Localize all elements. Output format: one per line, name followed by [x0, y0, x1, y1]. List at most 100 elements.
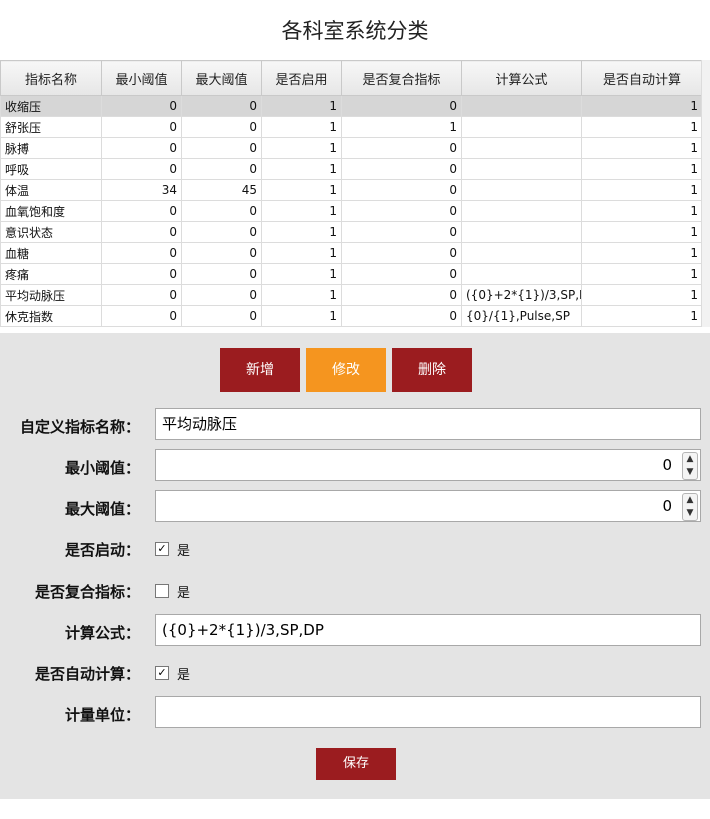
table-row[interactable]: 意识状态 0 0 1 0 1: [0, 221, 703, 243]
table-cell: 意识状态: [0, 221, 102, 243]
table-cell: 0: [101, 263, 182, 285]
enabled-label: 是否启动：: [64, 541, 140, 559]
table-cell: 平均动脉压: [0, 284, 102, 306]
table-cell: 呼吸: [0, 158, 102, 180]
max-threshold-label: 最大阈值：: [64, 500, 140, 518]
column-header[interactable]: 是否自动计算: [581, 60, 703, 96]
spin-up-icon[interactable]: ▲: [683, 494, 697, 507]
composite-checkbox[interactable]: [155, 584, 169, 598]
table-cell: 1: [581, 221, 703, 243]
table-cell: 1: [581, 179, 703, 201]
table-row[interactable]: 休克指数 0 0 1 0 {0}/{1},Pulse,SP 1: [0, 305, 703, 327]
table-cell: 0: [341, 221, 462, 243]
composite-label: 是否复合指标：: [34, 583, 140, 601]
max-threshold-spinner[interactable]: ▲ ▼: [682, 493, 698, 521]
table-cell: 0: [181, 158, 262, 180]
min-threshold-label: 最小阈值：: [64, 459, 140, 477]
table-cell: 1: [581, 305, 703, 327]
table-cell: 0: [181, 221, 262, 243]
save-button[interactable]: 保存: [316, 748, 396, 780]
min-threshold-input[interactable]: 0 ▲ ▼: [155, 449, 701, 481]
enabled-checkbox[interactable]: ✓: [155, 542, 169, 556]
unit-label: 计量单位：: [64, 706, 140, 724]
add-button[interactable]: 新增: [220, 348, 300, 392]
table-cell: 1: [261, 179, 342, 201]
table-cell: 0: [181, 284, 262, 306]
table-cell: 1: [581, 95, 703, 117]
table-row[interactable]: 舒张压 0 0 1 1 1: [0, 116, 703, 138]
unit-input[interactable]: [155, 696, 701, 728]
grid-scroll-edge: [701, 60, 710, 327]
table-cell: 1: [261, 305, 342, 327]
table-row[interactable]: 血糖 0 0 1 0 1: [0, 242, 703, 264]
auto-calc-checkbox[interactable]: ✓: [155, 666, 169, 680]
table-row[interactable]: 血氧饱和度 0 0 1 0 1: [0, 200, 703, 222]
table-cell: 0: [181, 263, 262, 285]
table-cell: 1: [261, 284, 342, 306]
formula-label: 计算公式：: [64, 624, 140, 642]
table-cell: 0: [101, 137, 182, 159]
table-row[interactable]: 呼吸 0 0 1 0 1: [0, 158, 703, 180]
table-cell: 0: [341, 242, 462, 264]
table-cell: 1: [261, 95, 342, 117]
formula-input[interactable]: ({0}+2*{1})/3,SP,DP: [155, 614, 701, 646]
table-cell: 脉搏: [0, 137, 102, 159]
table-cell: 0: [101, 221, 182, 243]
table-cell: 0: [341, 305, 462, 327]
table-cell: {0}/{1},Pulse,SP: [461, 305, 582, 327]
indicator-grid[interactable]: 指标名称 最小阈值 最大阈值 是否启用 是否复合指标 计算公式 是否自动计算 收…: [0, 60, 710, 327]
table-cell: [461, 242, 582, 264]
table-cell: 0: [101, 116, 182, 138]
table-cell: 0: [341, 200, 462, 222]
column-header[interactable]: 计算公式: [461, 60, 582, 96]
table-cell: ({0}+2*{1})/3,SP,DP: [461, 284, 582, 306]
check-icon: ✓: [157, 542, 167, 555]
edit-button[interactable]: 修改: [306, 348, 386, 392]
spin-down-icon[interactable]: ▼: [683, 466, 697, 479]
table-cell: 0: [341, 263, 462, 285]
table-cell: 0: [341, 95, 462, 117]
table-cell: 1: [581, 137, 703, 159]
column-header[interactable]: 最大阈值: [181, 60, 262, 96]
name-input[interactable]: 平均动脉压: [155, 408, 701, 440]
table-cell: 休克指数: [0, 305, 102, 327]
table-row[interactable]: 疼痛 0 0 1 0 1: [0, 263, 703, 285]
enabled-option-label: 是: [177, 544, 191, 559]
delete-button[interactable]: 删除: [392, 348, 472, 392]
table-cell: [461, 179, 582, 201]
table-cell: 0: [181, 200, 262, 222]
table-cell: 0: [101, 284, 182, 306]
table-row[interactable]: 平均动脉压0010({0}+2*{1})/3,SP,DP1: [0, 284, 703, 306]
table-cell: 舒张压: [0, 116, 102, 138]
table-cell: [461, 137, 582, 159]
table-cell: 0: [181, 95, 262, 117]
column-header[interactable]: 是否启用: [261, 60, 342, 96]
table-header-row: 指标名称 最小阈值 最大阈值 是否启用 是否复合指标 计算公式 是否自动计算: [0, 60, 703, 96]
table-row[interactable]: 收缩压 0 0 1 0 1: [0, 95, 703, 117]
page-title: 各科室系统分类: [281, 19, 429, 43]
column-header[interactable]: 是否复合指标: [341, 60, 462, 96]
table-cell: 1: [581, 116, 703, 138]
table-cell: 0: [101, 200, 182, 222]
table-row[interactable]: 脉搏 0 0 1 0 1: [0, 137, 703, 159]
table-cell: 0: [101, 95, 182, 117]
table-cell: 0: [101, 242, 182, 264]
spin-up-icon[interactable]: ▲: [683, 453, 697, 466]
table-cell: 1: [581, 158, 703, 180]
table-cell: 0: [181, 137, 262, 159]
table-cell: 1: [581, 242, 703, 264]
table-cell: 0: [341, 179, 462, 201]
table-cell: 血氧饱和度: [0, 200, 102, 222]
table-row[interactable]: 体温 34 45 1 0 1: [0, 179, 703, 201]
column-header[interactable]: 指标名称: [0, 60, 102, 96]
table-cell: 1: [261, 158, 342, 180]
table-cell: 0: [341, 158, 462, 180]
max-threshold-input[interactable]: 0 ▲ ▼: [155, 490, 701, 522]
table-cell: 1: [581, 200, 703, 222]
table-cell: 1: [261, 200, 342, 222]
spin-down-icon[interactable]: ▼: [683, 507, 697, 520]
table-cell: 1: [581, 284, 703, 306]
table-cell: 0: [341, 137, 462, 159]
min-threshold-spinner[interactable]: ▲ ▼: [682, 452, 698, 480]
column-header[interactable]: 最小阈值: [101, 60, 182, 96]
